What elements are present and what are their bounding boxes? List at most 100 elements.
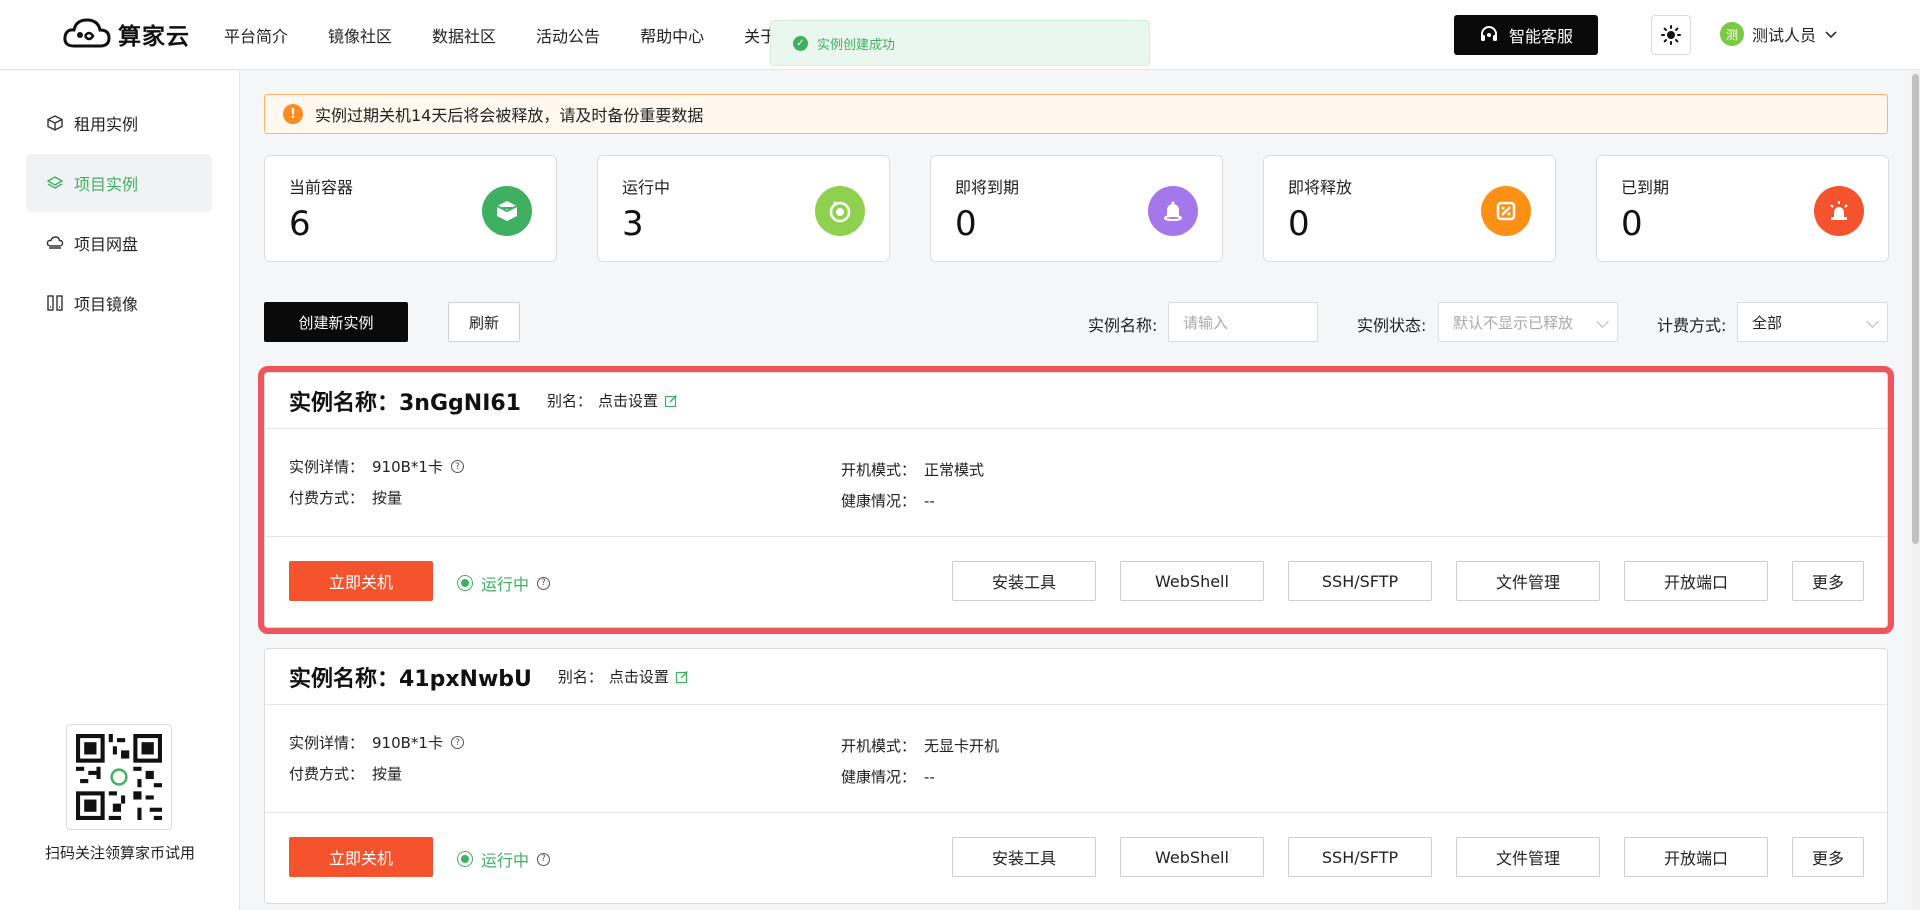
stat-label: 即将到期 — [955, 178, 1020, 197]
theme-toggle-button[interactable] — [1651, 15, 1691, 55]
chevron-down-icon — [1596, 315, 1609, 328]
customer-service-button[interactable]: 智能客服 — [1454, 15, 1598, 55]
instance-card-header: 实例名称：3nGgNI61 别名： 点击设置 — [265, 373, 1887, 429]
boot-mode: 开机模式： 正常模式 — [841, 459, 984, 480]
ssh-sftp-button[interactable]: SSH/SFTP — [1288, 837, 1432, 877]
alarm-icon — [1814, 186, 1864, 236]
help-icon[interactable]: ? — [537, 852, 551, 866]
billing-value: 全部 — [1752, 313, 1783, 332]
stat-label: 当前容器 — [289, 178, 354, 197]
cloud-logo-icon — [63, 18, 111, 48]
stat-value: 0 — [955, 204, 977, 244]
install-tools-button[interactable]: 安装工具 — [952, 837, 1096, 877]
more-button[interactable]: 更多 — [1792, 837, 1864, 877]
payment-method: 付费方式： 按量 — [289, 763, 402, 784]
stat-card-expiring: 即将到期 0 — [930, 155, 1223, 262]
status-badge: 运行中 ? — [457, 847, 551, 871]
toast-message: 实例创建成功 — [817, 37, 896, 53]
layers-icon — [46, 176, 64, 189]
ssh-sftp-button[interactable]: SSH/SFTP — [1288, 561, 1432, 601]
sidebar-item-project-drive[interactable]: 项目网盘 — [26, 214, 212, 272]
webshell-button[interactable]: WebShell — [1120, 561, 1264, 601]
payment-method: 付费方式： 按量 — [289, 487, 402, 508]
detail-value: 910B*1卡 — [372, 734, 443, 752]
nav-platform-intro[interactable]: 平台简介 — [224, 23, 288, 47]
sidebar-item-rent-instance[interactable]: 租用实例 — [26, 94, 212, 152]
file-manager-button[interactable]: 文件管理 — [1456, 561, 1600, 601]
install-tools-button[interactable]: 安装工具 — [952, 561, 1096, 601]
detail-value: 910B*1卡 — [372, 458, 443, 476]
status-text: 运行中 — [481, 851, 530, 870]
instance-detail: 实例详情： 910B*1卡 ? — [289, 732, 464, 753]
sidebar-item-label: 项目镜像 — [74, 295, 139, 314]
sun-icon — [1661, 25, 1681, 45]
nav-data-community[interactable]: 数据社区 — [432, 23, 496, 47]
main-nav: 平台简介 镜像社区 数据社区 活动公告 帮助中心 关于 — [224, 0, 816, 70]
stat-card-containers: 当前容器 6 — [264, 155, 557, 262]
health-status: 健康情况： -- — [841, 490, 935, 511]
stat-value: 6 — [289, 204, 311, 244]
sidebar-item-project-image[interactable]: 项目镜像 — [26, 274, 212, 332]
alias-set-link[interactable]: 点击设置 — [598, 390, 658, 411]
file-manager-button[interactable]: 文件管理 — [1456, 837, 1600, 877]
help-icon[interactable]: ? — [537, 576, 551, 590]
scrollbar-thumb[interactable] — [1912, 74, 1919, 544]
edit-icon[interactable] — [675, 670, 689, 684]
alias-label: 别名： — [557, 668, 603, 686]
help-icon[interactable]: ? — [450, 460, 464, 473]
instance-status-label: 实例状态: — [1357, 316, 1427, 335]
instance-card-actions: 立即关机 运行中 ? 安装工具 WebShell SSH/SFTP 文件管理 开… — [265, 537, 1887, 627]
instance-card-header: 实例名称：41pxNwbU 别名： 点击设置 — [265, 649, 1887, 705]
stat-label: 即将释放 — [1288, 178, 1353, 197]
instance-title: 实例名称：3nGgNI61 — [289, 390, 521, 416]
sidebar-item-label: 项目实例 — [74, 175, 139, 194]
mirror-icon — [47, 295, 63, 311]
nav-announcements[interactable]: 活动公告 — [536, 23, 600, 47]
sidebar: 租用实例 项目实例 项目网盘 项目镜像 扫码关注领算家币试用 — [0, 71, 240, 910]
instance-name-label: 实例名称: — [1088, 316, 1158, 335]
edit-icon[interactable] — [664, 394, 678, 408]
user-menu[interactable]: 测 测试人员 — [1720, 22, 1838, 46]
refresh-button[interactable]: 刷新 — [448, 302, 520, 342]
running-status-icon — [457, 575, 473, 591]
qr-caption: 扫码关注领算家币试用 — [44, 844, 195, 862]
chevron-down-icon — [1866, 315, 1879, 328]
open-port-button[interactable]: 开放端口 — [1624, 561, 1768, 601]
nav-image-community[interactable]: 镜像社区 — [328, 23, 392, 47]
shutdown-button[interactable]: 立即关机 — [289, 837, 433, 877]
create-instance-button[interactable]: 创建新实例 — [264, 302, 408, 342]
check-circle-icon: ✓ — [793, 35, 808, 51]
logo[interactable]: 算家云 — [62, 14, 190, 54]
alias: 别名： 点击设置 — [547, 390, 678, 411]
success-toast: ✓ 实例创建成功 — [770, 20, 1150, 66]
health-label: 健康情况： — [841, 492, 917, 510]
stat-card-running: 运行中 3 — [597, 155, 890, 262]
open-port-button[interactable]: 开放端口 — [1624, 837, 1768, 877]
detail-label: 实例详情： — [289, 734, 365, 752]
pay-value: 按量 — [372, 765, 403, 783]
alias-set-link[interactable]: 点击设置 — [609, 666, 669, 687]
health-value: -- — [924, 491, 935, 510]
health-value: -- — [924, 767, 935, 786]
release-icon — [1481, 186, 1531, 236]
nav-help-center[interactable]: 帮助中心 — [640, 23, 704, 47]
more-button[interactable]: 更多 — [1792, 561, 1864, 601]
detail-label: 实例详情： — [289, 458, 365, 476]
webshell-button[interactable]: WebShell — [1120, 837, 1264, 877]
help-icon[interactable]: ? — [450, 736, 464, 749]
pay-label: 付费方式： — [289, 489, 365, 507]
warning-icon: ! — [283, 104, 303, 124]
billing-select[interactable]: 全部 — [1737, 302, 1888, 342]
stat-card-releasing: 即将释放 0 — [1263, 155, 1556, 262]
sidebar-item-project-instance[interactable]: 项目实例 — [26, 154, 212, 212]
health-label: 健康情况： — [841, 768, 917, 786]
instance-card-body: 实例详情： 910B*1卡 ? 付费方式： 按量 开机模式： 无显卡开机 健康情… — [265, 705, 1887, 813]
shutdown-button[interactable]: 立即关机 — [289, 561, 433, 601]
cube-icon — [47, 115, 63, 131]
pay-label: 付费方式： — [289, 765, 365, 783]
alias: 别名： 点击设置 — [558, 666, 689, 687]
avatar: 测 — [1720, 22, 1744, 46]
instance-status-placeholder: 默认不显示已释放 — [1453, 313, 1574, 332]
instance-name-input[interactable]: 请输入 — [1168, 302, 1318, 342]
instance-status-select[interactable]: 默认不显示已释放 — [1438, 302, 1618, 342]
